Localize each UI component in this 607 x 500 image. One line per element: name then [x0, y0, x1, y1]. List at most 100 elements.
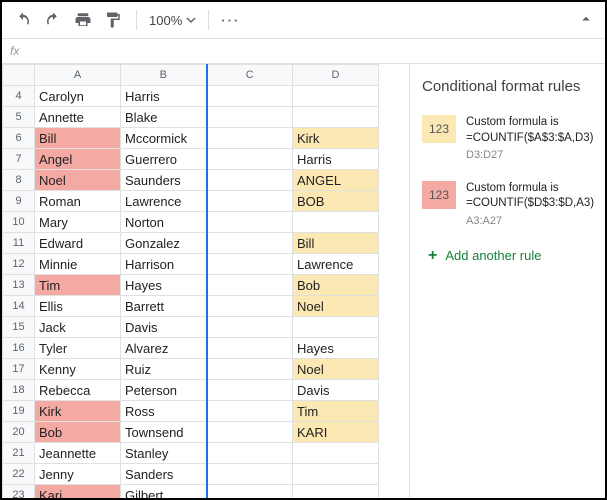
cell-B20[interactable]: Townsend	[121, 422, 207, 443]
cell-C10[interactable]	[207, 212, 293, 233]
cell-D7[interactable]: Harris	[293, 149, 379, 170]
cell-B18[interactable]: Peterson	[121, 380, 207, 401]
cell-A18[interactable]: Rebecca	[35, 380, 121, 401]
zoom-dropdown[interactable]: 100%	[149, 13, 196, 28]
cell-C19[interactable]	[207, 401, 293, 422]
cell-C4[interactable]	[207, 86, 293, 107]
cell-A22[interactable]: Jenny	[35, 464, 121, 485]
cell-A20[interactable]: Bob	[35, 422, 121, 443]
cell-B13[interactable]: Hayes	[121, 275, 207, 296]
row-header-21[interactable]: 21	[3, 443, 35, 464]
cell-A19[interactable]: Kirk	[35, 401, 121, 422]
cell-A16[interactable]: Tyler	[35, 338, 121, 359]
cell-B5[interactable]: Blake	[121, 107, 207, 128]
cell-A13[interactable]: Tim	[35, 275, 121, 296]
cell-D13[interactable]: Bob	[293, 275, 379, 296]
cell-A12[interactable]: Minnie	[35, 254, 121, 275]
cell-C23[interactable]	[207, 485, 293, 499]
cell-A14[interactable]: Ellis	[35, 296, 121, 317]
cell-C20[interactable]	[207, 422, 293, 443]
row-header-23[interactable]: 23	[3, 485, 35, 499]
cell-C11[interactable]	[207, 233, 293, 254]
formula-input[interactable]	[27, 43, 605, 59]
cell-D9[interactable]: BOB	[293, 191, 379, 212]
cell-A21[interactable]: Jeannette	[35, 443, 121, 464]
col-header-D[interactable]: D	[293, 65, 379, 86]
cell-A9[interactable]: Roman	[35, 191, 121, 212]
cell-D16[interactable]: Hayes	[293, 338, 379, 359]
more-tools-button[interactable]: ···	[221, 13, 240, 28]
row-header-19[interactable]: 19	[3, 401, 35, 422]
cell-B12[interactable]: Harrison	[121, 254, 207, 275]
row-header-11[interactable]: 11	[3, 233, 35, 254]
cell-C7[interactable]	[207, 149, 293, 170]
row-header-18[interactable]: 18	[3, 380, 35, 401]
row-header-17[interactable]: 17	[3, 359, 35, 380]
format-rule[interactable]: 123Custom formula is=COUNTIF($A$3:$A,D3)…	[422, 115, 593, 163]
cell-B7[interactable]: Guerrero	[121, 149, 207, 170]
row-header-4[interactable]: 4	[3, 86, 35, 107]
cell-C21[interactable]	[207, 443, 293, 464]
cell-D8[interactable]: ANGEL	[293, 170, 379, 191]
row-header-6[interactable]: 6	[3, 128, 35, 149]
cell-C22[interactable]	[207, 464, 293, 485]
print-button[interactable]	[72, 9, 94, 31]
cell-D19[interactable]: Tim	[293, 401, 379, 422]
cell-A4[interactable]: Carolyn	[35, 86, 121, 107]
cell-B11[interactable]: Gonzalez	[121, 233, 207, 254]
cell-C18[interactable]	[207, 380, 293, 401]
cell-A10[interactable]: Mary	[35, 212, 121, 233]
cell-C15[interactable]	[207, 317, 293, 338]
cell-B10[interactable]: Norton	[121, 212, 207, 233]
row-header-10[interactable]: 10	[3, 212, 35, 233]
cell-C13[interactable]	[207, 275, 293, 296]
row-header-5[interactable]: 5	[3, 107, 35, 128]
cell-D11[interactable]: Bill	[293, 233, 379, 254]
cell-C17[interactable]	[207, 359, 293, 380]
col-header-C[interactable]: C	[207, 65, 293, 86]
row-header-8[interactable]: 8	[3, 170, 35, 191]
collapse-panel-button[interactable]	[577, 10, 595, 31]
cell-D4[interactable]	[293, 86, 379, 107]
cell-C6[interactable]	[207, 128, 293, 149]
row-header-12[interactable]: 12	[3, 254, 35, 275]
cell-C9[interactable]	[207, 191, 293, 212]
cell-A23[interactable]: Kari	[35, 485, 121, 499]
cell-D10[interactable]	[293, 212, 379, 233]
corner-cell[interactable]	[3, 65, 35, 86]
format-rule[interactable]: 123Custom formula is=COUNTIF($D$3:$D,A3)…	[422, 181, 593, 229]
cell-D18[interactable]: Davis	[293, 380, 379, 401]
cell-B4[interactable]: Harris	[121, 86, 207, 107]
cell-D6[interactable]: Kirk	[293, 128, 379, 149]
paint-format-button[interactable]	[102, 9, 124, 31]
row-header-16[interactable]: 16	[3, 338, 35, 359]
cell-D14[interactable]: Noel	[293, 296, 379, 317]
row-header-22[interactable]: 22	[3, 464, 35, 485]
cell-B22[interactable]: Sanders	[121, 464, 207, 485]
cell-A6[interactable]: Bill	[35, 128, 121, 149]
cell-A17[interactable]: Kenny	[35, 359, 121, 380]
cell-A15[interactable]: Jack	[35, 317, 121, 338]
cell-C16[interactable]	[207, 338, 293, 359]
col-header-A[interactable]: A	[35, 65, 121, 86]
row-header-20[interactable]: 20	[3, 422, 35, 443]
row-header-15[interactable]: 15	[3, 317, 35, 338]
cell-A8[interactable]: Noel	[35, 170, 121, 191]
cell-B14[interactable]: Barrett	[121, 296, 207, 317]
cell-A7[interactable]: Angel	[35, 149, 121, 170]
row-header-7[interactable]: 7	[3, 149, 35, 170]
cell-A5[interactable]: Annette	[35, 107, 121, 128]
cell-C5[interactable]	[207, 107, 293, 128]
row-header-14[interactable]: 14	[3, 296, 35, 317]
cell-C12[interactable]	[207, 254, 293, 275]
col-header-B[interactable]: B	[121, 65, 207, 86]
cell-B8[interactable]: Saunders	[121, 170, 207, 191]
cell-B6[interactable]: Mccormick	[121, 128, 207, 149]
cell-D15[interactable]	[293, 317, 379, 338]
cell-D17[interactable]: Noel	[293, 359, 379, 380]
row-header-9[interactable]: 9	[3, 191, 35, 212]
cell-C14[interactable]	[207, 296, 293, 317]
cell-B17[interactable]: Ruiz	[121, 359, 207, 380]
spreadsheet-grid[interactable]: ABCD 4CarolynHarris5AnnetteBlake6BillMcc…	[2, 64, 409, 498]
cell-B16[interactable]: Alvarez	[121, 338, 207, 359]
